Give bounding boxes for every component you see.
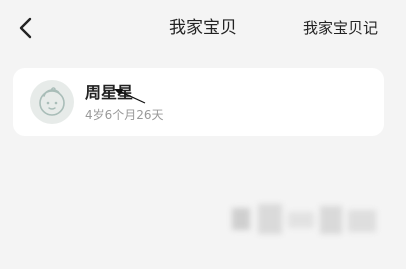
- baby-avatar: [30, 80, 74, 124]
- baby-name: 周星星: [85, 83, 134, 102]
- baby-age: 4岁6个月26天: [85, 108, 164, 122]
- top-bar: 我家宝贝 我家宝贝记: [0, 0, 406, 56]
- blurred-watermark: [232, 198, 382, 248]
- baby-diary-link[interactable]: 我家宝贝记: [303, 17, 378, 39]
- baby-card[interactable]: 周星星 4岁6个月26天: [13, 68, 384, 136]
- baby-face-icon: [39, 87, 65, 116]
